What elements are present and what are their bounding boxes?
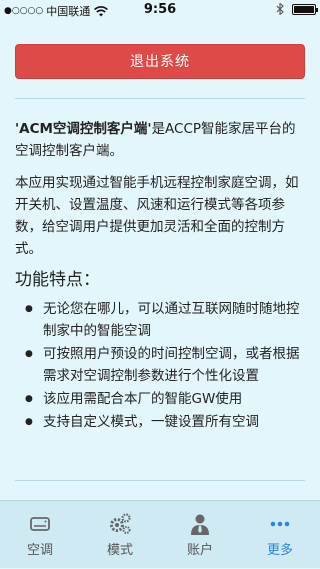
about-content: 'ACM空调控制客户端'是ACCP智能家居平台的空调控制客户端。 本应用实现通过… (15, 118, 307, 434)
air-conditioner-icon (30, 517, 50, 531)
tab-bar: 空调 模式 账户 更多 (0, 500, 320, 568)
bottom-divider (15, 480, 305, 481)
bluetooth-icon (276, 3, 284, 15)
features-title: 功能特点： (15, 270, 100, 290)
logout-button[interactable]: 退出系统 (15, 44, 305, 79)
feature-item: 该应用需配合本厂的智能GW使用 (25, 388, 307, 410)
features-list: 无论您在哪儿，可以通过互联网随时随地控制家中的智能空调 可按照用户预设的时间控制… (15, 298, 307, 433)
tab-air-conditioner[interactable]: 空调 (0, 501, 80, 569)
status-right (276, 3, 318, 15)
app-name: 'ACM空调控制客户端' (15, 121, 152, 137)
user-tie-icon (191, 514, 209, 535)
gears-icon (110, 513, 131, 534)
intro-paragraph: 'ACM空调控制客户端'是ACCP智能家居平台的空调控制客户端。 (15, 118, 307, 162)
status-time: 9:56 (143, 2, 177, 17)
tab-label: 更多 (266, 543, 293, 558)
more-dots-icon (270, 521, 290, 527)
tab-account[interactable]: 账户 (160, 501, 240, 569)
tab-label: 模式 (106, 543, 133, 558)
battery-icon (292, 3, 318, 15)
tab-label: 空调 (26, 543, 53, 558)
tab-label: 账户 (186, 543, 213, 558)
tab-more[interactable]: 更多 (240, 501, 320, 569)
feature-item: 无论您在哪儿，可以通过互联网随时随地控制家中的智能空调 (25, 298, 307, 342)
feature-item: 可按照用户预设的时间控制空调，或者根据需求对空调控制参数进行个性化设置 (25, 343, 307, 387)
status-bar: ●○○○○ 中国联通 9:56 (0, 0, 320, 20)
feature-item: 支持自定义模式，一键设置所有空调 (25, 411, 307, 433)
tab-mode[interactable]: 模式 (80, 501, 160, 569)
top-divider (15, 98, 305, 99)
description-paragraph: 本应用实现通过智能手机远程控制家庭空调，如开关机、设置温度、风速和运行模式等各项… (15, 175, 299, 257)
